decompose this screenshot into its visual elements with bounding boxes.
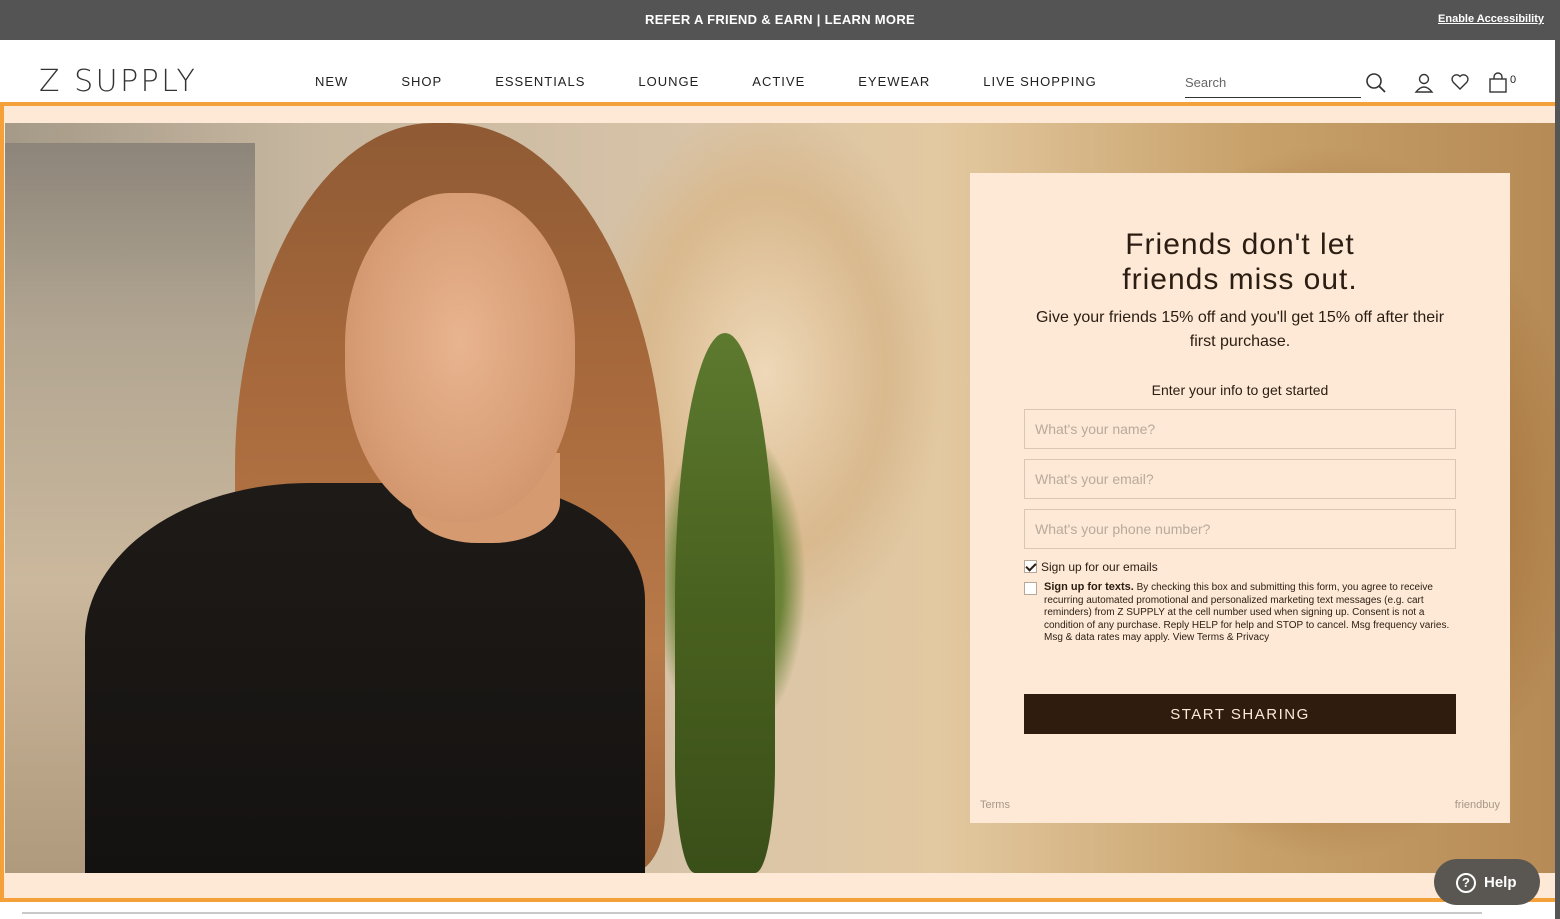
enable-accessibility-link[interactable]: Enable Accessibility [1438, 13, 1544, 25]
site-header: Z SUPPLY NEW SHOP ESSENTIALS LOUNGE ACTI… [0, 40, 1560, 102]
model-black-top-shape [85, 483, 645, 873]
nav-item-lounge[interactable]: LOUNGE [638, 74, 699, 89]
terms-link[interactable]: Terms [980, 799, 1010, 811]
account-icon[interactable] [1414, 72, 1436, 94]
cart-count: 0 [1510, 74, 1517, 86]
modal-prompt: Enter your info to get started [1151, 382, 1329, 398]
help-label: Help [1484, 874, 1517, 891]
shopping-bag-icon[interactable] [1488, 72, 1510, 94]
email-field[interactable] [1024, 459, 1456, 499]
nav-item-new[interactable]: NEW [315, 74, 348, 89]
modal-heading-line-2: friends miss out. [1122, 263, 1358, 296]
nav-item-essentials[interactable]: ESSENTIALS [495, 74, 585, 89]
page-divider [22, 912, 1482, 914]
cypress-tree-shape [675, 333, 775, 873]
phone-field[interactable] [1024, 509, 1456, 549]
modal-heading-line-1: Friends don't let [1125, 228, 1355, 261]
friendbuy-link[interactable]: friendbuy [1455, 799, 1500, 811]
nav-item-active[interactable]: ACTIVE [752, 74, 805, 89]
start-sharing-button[interactable]: START SHARING [1024, 694, 1456, 734]
promo-bar: REFER A FRIEND & EARN | LEARN MORE Enabl… [0, 0, 1560, 40]
main-nav: NEW SHOP ESSENTIALS LOUNGE ACTIVE EYEWEA… [315, 74, 1150, 89]
nav-item-shop[interactable]: SHOP [401, 74, 442, 89]
scrollbar[interactable] [1555, 40, 1560, 919]
wishlist-heart-icon[interactable] [1450, 72, 1472, 94]
email-optin-label: Sign up for our emails [1041, 560, 1158, 574]
email-optin-checkbox[interactable] [1024, 560, 1037, 573]
refer-a-friend-link[interactable]: REFER A FRIEND & EARN | LEARN MORE [0, 12, 1560, 27]
question-mark-icon: ? [1456, 873, 1476, 893]
referral-modal: Friends don't let friends miss out. Give… [970, 173, 1510, 823]
name-field[interactable] [1024, 409, 1456, 449]
model-face-shape [345, 193, 575, 523]
help-button[interactable]: ? Help [1434, 859, 1540, 905]
site-logo[interactable]: Z SUPPLY [39, 64, 197, 99]
texts-optin-label: Sign up for texts. By checking this box … [1044, 581, 1454, 645]
modal-heading: Friends don't let friends miss out. [970, 227, 1510, 297]
texts-optin-title: Sign up for texts. [1044, 581, 1134, 593]
nav-item-live-shopping[interactable]: LIVE SHOPPING [983, 74, 1096, 89]
modal-subheading: Give your friends 15% off and you'll get… [1035, 309, 1445, 350]
search-input[interactable] [1185, 70, 1335, 94]
nav-item-eyewear[interactable]: EYEWEAR [858, 74, 930, 89]
search-box [1185, 70, 1361, 98]
search-icon[interactable] [1365, 72, 1387, 94]
texts-optin-checkbox[interactable] [1024, 582, 1037, 595]
